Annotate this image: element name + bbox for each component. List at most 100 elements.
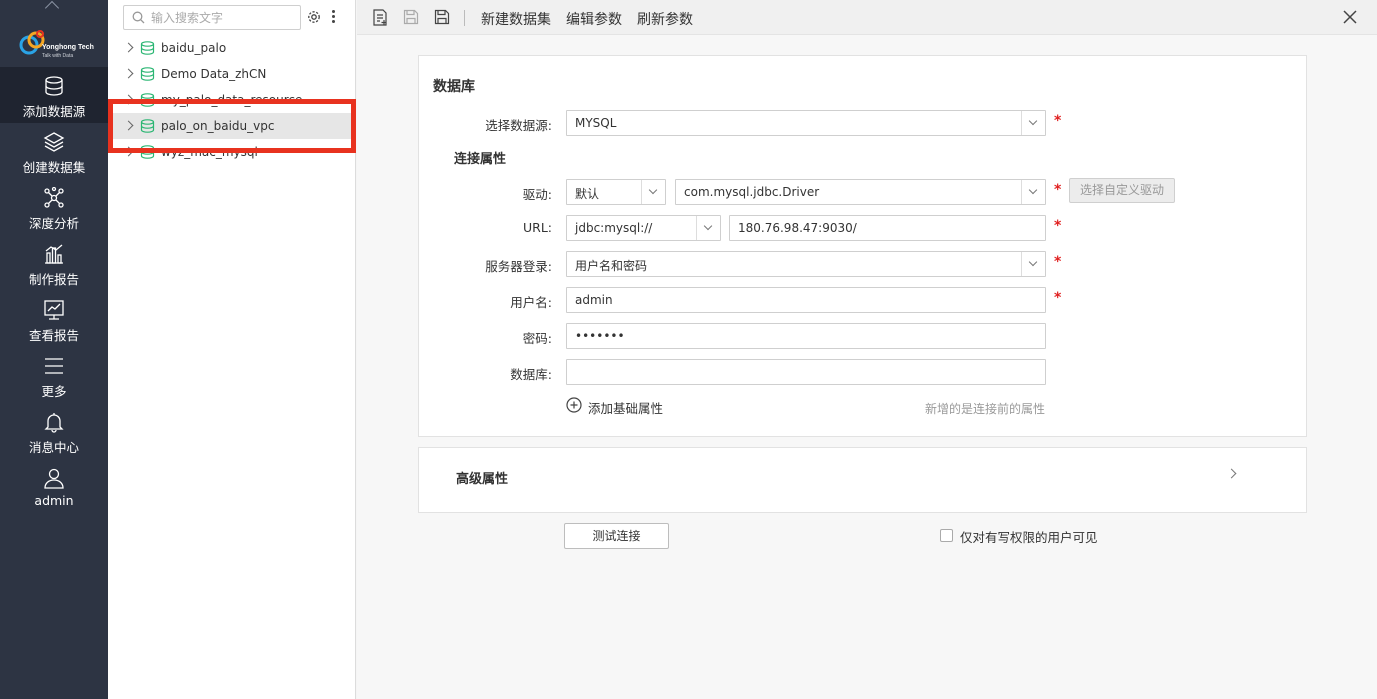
collapse-up-icon[interactable] xyxy=(0,0,108,16)
username-label: 用户名: xyxy=(510,295,552,310)
tree-item[interactable]: Demo Data_zhCN xyxy=(108,61,355,87)
chevron-down-icon[interactable] xyxy=(641,180,665,204)
chevron-right-icon[interactable] xyxy=(123,146,134,157)
gear-icon[interactable] xyxy=(307,10,321,24)
url-host-value: 180.76.98.47:9030/ xyxy=(738,221,857,235)
nav-view-report[interactable]: 查看报告 xyxy=(0,291,108,347)
nav-make-report[interactable]: 制作报告 xyxy=(0,235,108,291)
datasource-select[interactable]: MYSQL xyxy=(566,110,1046,136)
nav-message-center[interactable]: 消息中心 xyxy=(0,403,108,459)
database-icon xyxy=(140,67,155,81)
bar-chart-icon xyxy=(45,244,63,264)
chevron-down-icon[interactable] xyxy=(1021,111,1045,135)
chevron-right-icon[interactable] xyxy=(1226,468,1237,479)
tree-item[interactable]: wyz_mac_mysql xyxy=(108,139,355,165)
toolbar-divider xyxy=(464,10,465,26)
database-icon xyxy=(45,76,63,96)
test-connection-button[interactable]: 测试连接 xyxy=(564,523,669,549)
database-section: 数据库 选择数据源: MYSQL * 连接属性 驱动: 默认 com.mysql… xyxy=(418,55,1307,437)
search-input[interactable] xyxy=(151,9,296,27)
conn-props-title: 连接属性 xyxy=(454,152,507,167)
nav-user-admin[interactable]: admin xyxy=(0,459,108,515)
nav-label: admin xyxy=(34,493,74,508)
save-icon[interactable] xyxy=(403,9,419,25)
database-input[interactable] xyxy=(566,359,1046,385)
add-prop-hint: 新增的是连接前的属性 xyxy=(925,402,1046,416)
required-mark: * xyxy=(1054,182,1062,198)
nav-label: 创建数据集 xyxy=(22,160,86,175)
driver-class-select[interactable]: com.mysql.jdbc.Driver xyxy=(675,179,1046,205)
nav-create-dataset[interactable]: 创建数据集 xyxy=(0,123,108,179)
required-mark: * xyxy=(1054,218,1062,234)
chevron-down-icon[interactable] xyxy=(1021,252,1045,276)
close-icon[interactable] xyxy=(1343,10,1357,24)
chevron-down-icon[interactable] xyxy=(1021,180,1045,204)
tree-item-label: palo_on_baidu_vpc xyxy=(161,119,275,133)
chevron-right-icon[interactable] xyxy=(123,120,134,131)
write-permission-checkbox[interactable] xyxy=(940,529,953,542)
menu-icon xyxy=(45,358,63,374)
database-icon xyxy=(140,41,155,55)
tree-item-label: baidu_palo xyxy=(161,41,227,55)
chevron-right-icon[interactable] xyxy=(123,68,134,79)
tree-item-label: my_palo_data_resource xyxy=(161,93,303,107)
custom-driver-button[interactable]: 选择自定义驱动 xyxy=(1069,178,1175,203)
new-file-icon[interactable] xyxy=(372,9,388,26)
logo: Yonghong Tech Talk with Data xyxy=(0,24,108,64)
add-circle-icon[interactable] xyxy=(566,397,582,413)
write-permission-label: 仅对有写权限的用户可见 xyxy=(960,530,1098,545)
server-login-select[interactable]: 用户名和密码 xyxy=(566,251,1046,277)
datasource-tree-panel: baidu_palo Demo Data_zhCN my_palo_data_r… xyxy=(108,0,356,699)
nav-add-datasource[interactable]: 添加数据源 xyxy=(0,67,108,123)
required-mark: * xyxy=(1054,254,1062,270)
url-host-input[interactable]: 180.76.98.47:9030/ xyxy=(729,215,1046,241)
nav-label: 添加数据源 xyxy=(22,104,86,119)
driver-class-value: com.mysql.jdbc.Driver xyxy=(684,185,820,199)
server-login-label: 服务器登录: xyxy=(485,259,552,274)
tree-item-selected[interactable]: palo_on_baidu_vpc xyxy=(108,113,355,139)
nav-deep-analysis[interactable]: 深度分析 xyxy=(0,179,108,235)
layers-icon xyxy=(43,132,65,152)
datasource-label: 选择数据源: xyxy=(485,118,552,133)
new-dataset-button[interactable]: 新建数据集 xyxy=(481,9,551,29)
database-icon xyxy=(140,93,155,107)
datasource-value: MYSQL xyxy=(575,116,617,130)
section-title: 数据库 xyxy=(433,79,475,95)
chevron-down-icon[interactable] xyxy=(696,216,720,240)
more-vertical-icon[interactable] xyxy=(330,10,338,24)
add-basic-prop-link[interactable]: 添加基础属性 xyxy=(588,398,663,417)
url-prefix-select[interactable]: jdbc:mysql:// xyxy=(566,215,721,241)
username-input[interactable]: admin xyxy=(566,287,1046,313)
tree-item[interactable]: baidu_palo xyxy=(108,35,355,61)
monitor-chart-icon xyxy=(44,300,64,320)
refresh-params-button[interactable]: 刷新参数 xyxy=(637,9,693,29)
chevron-right-icon[interactable] xyxy=(123,94,134,105)
tree-item[interactable]: my_palo_data_resource xyxy=(108,87,355,113)
search-icon xyxy=(132,11,145,24)
chevron-right-icon[interactable] xyxy=(123,42,134,53)
nav-label: 更多 xyxy=(41,384,67,399)
url-prefix-value: jdbc:mysql:// xyxy=(575,221,653,235)
toolbar: 新建数据集 编辑参数 刷新参数 xyxy=(357,0,1377,35)
driver-mode-select[interactable]: 默认 xyxy=(566,179,666,205)
bell-icon xyxy=(44,413,64,433)
search-box[interactable] xyxy=(123,5,301,30)
logo-name: Yonghong Tech xyxy=(42,44,94,51)
nav-more[interactable]: 更多 xyxy=(0,347,108,403)
required-mark: * xyxy=(1054,113,1062,129)
server-login-value: 用户名和密码 xyxy=(575,259,648,273)
driver-mode-value: 默认 xyxy=(575,187,600,201)
logo-tagline: Talk with Data xyxy=(42,53,74,59)
save-as-icon[interactable] xyxy=(434,9,451,25)
password-label: 密码: xyxy=(522,331,552,346)
password-input[interactable]: ••••••• xyxy=(566,323,1046,349)
edit-params-button[interactable]: 编辑参数 xyxy=(566,9,622,29)
advanced-title: 高级属性 xyxy=(456,472,509,487)
nav-label: 消息中心 xyxy=(28,440,79,455)
advanced-section[interactable]: 高级属性 xyxy=(418,447,1307,513)
tree-item-label: Demo Data_zhCN xyxy=(161,67,267,81)
username-value: admin xyxy=(575,293,613,307)
database-icon xyxy=(140,145,155,159)
url-label: URL: xyxy=(522,220,552,235)
left-nav: Yonghong Tech Talk with Data 添加数据源 创建数据集… xyxy=(0,0,108,699)
